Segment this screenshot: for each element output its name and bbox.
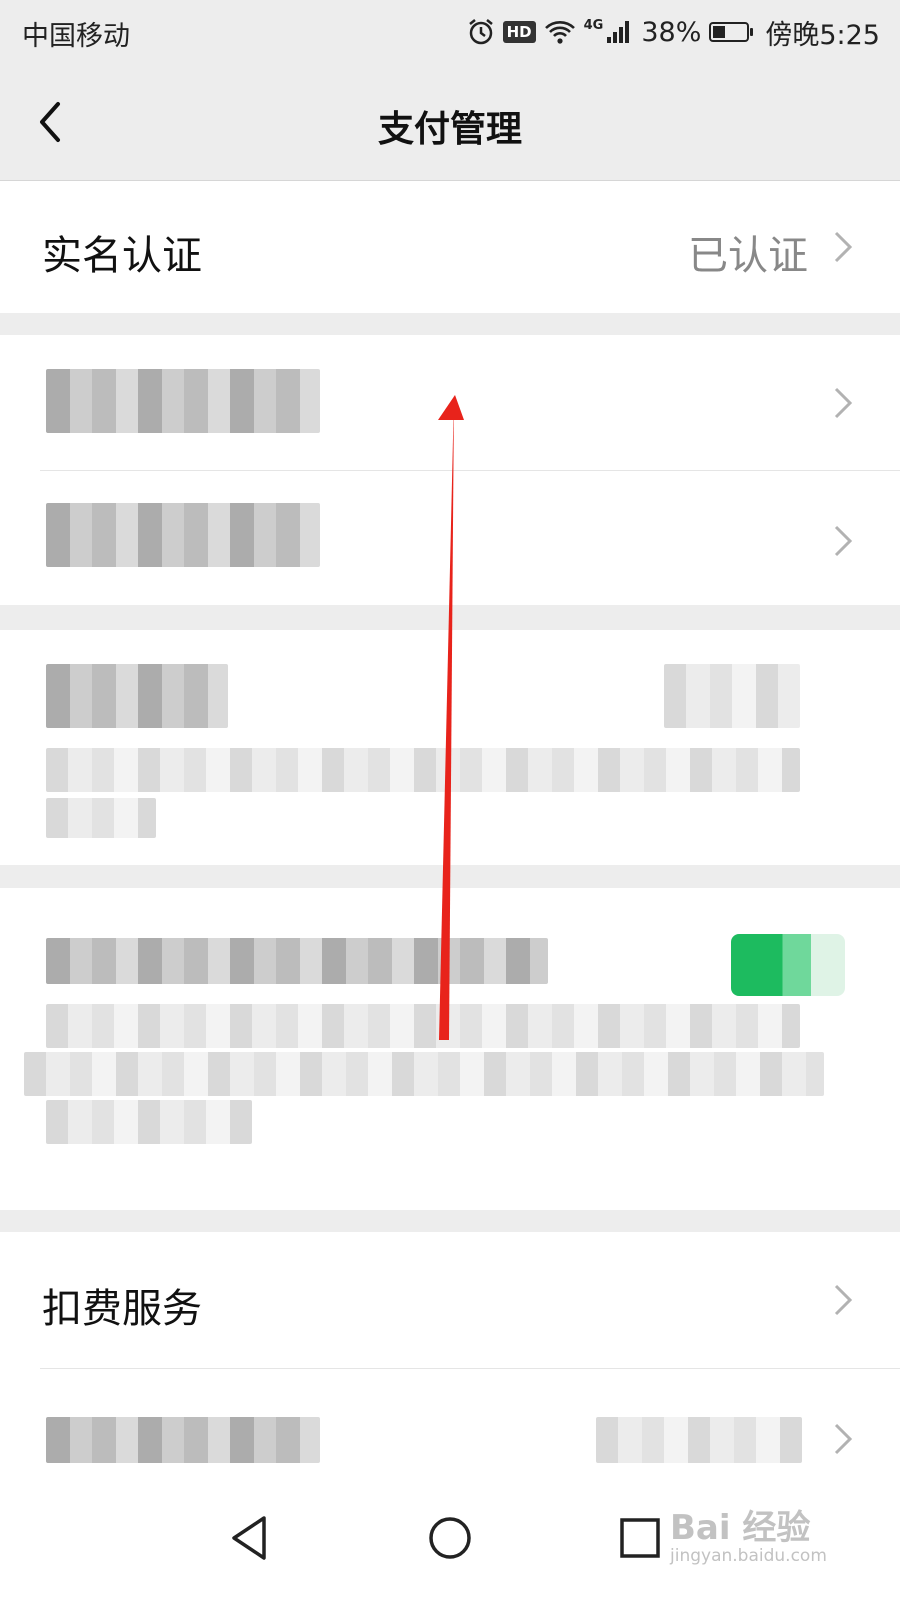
pixelated-description [24, 1052, 824, 1096]
deduction-service-cell[interactable]: 扣费服务 [0, 1232, 900, 1368]
battery-percent: 38% [641, 16, 702, 48]
blurred-cells-section [0, 335, 900, 605]
pixelated-label [46, 1417, 320, 1463]
pixelated-label [46, 664, 228, 728]
pixelated-description [46, 798, 156, 838]
hd-badge: HD [502, 21, 536, 43]
real-name-status: 已认证 [688, 233, 808, 279]
chevron-right-icon [834, 1284, 853, 1316]
navigation-bar: 支付管理 [0, 64, 900, 181]
chevron-right-icon [834, 231, 853, 263]
pixelated-label [46, 938, 548, 984]
blurred-cell-1[interactable] [0, 335, 900, 470]
watermark-url: jingyan.baidu.com [670, 1546, 827, 1566]
blurred-cell-3[interactable] [0, 1369, 900, 1480]
deduction-section: 扣费服务 [0, 1232, 900, 1480]
pixelated-description [46, 1004, 800, 1048]
chevron-right-icon [834, 525, 853, 557]
blurred-cell-2[interactable] [0, 471, 900, 605]
back-triangle-icon[interactable] [220, 1508, 280, 1568]
status-bar: 中国移动 HD 4G 38% 傍晚5:25 [0, 0, 900, 64]
toggle-switch[interactable] [731, 934, 845, 996]
pixelated-value [596, 1417, 802, 1463]
clock: 傍晚5:25 [765, 19, 880, 51]
chevron-right-icon [834, 1423, 853, 1455]
pixelated-value [664, 664, 800, 728]
chevron-right-icon [834, 387, 853, 419]
baidu-jingyan-watermark: Bai 经验 jingyan.baidu.com [670, 1500, 850, 1580]
real-name-cell[interactable]: 实名认证 已认证 [0, 181, 900, 313]
real-name-label: 实名认证 [42, 233, 202, 279]
recents-square-icon[interactable] [610, 1508, 670, 1568]
pixelated-label [46, 503, 320, 567]
blurred-info-section [0, 630, 900, 865]
alarm-icon [468, 19, 493, 45]
wifi-icon [544, 21, 575, 44]
page-title: 支付管理 [377, 109, 522, 150]
signal-icon [607, 21, 630, 43]
network-type: 4G [583, 17, 604, 33]
home-circle-icon[interactable] [420, 1508, 480, 1568]
real-name-section: 实名认证 已认证 [0, 181, 900, 313]
pixelated-description [46, 1100, 252, 1144]
pixelated-label [46, 369, 320, 433]
status-icons: HD 4G 38% 傍晚5:25 [467, 12, 880, 52]
watermark-brand: Bai 经验 [670, 1508, 811, 1548]
deduction-service-label: 扣费服务 [42, 1286, 202, 1332]
battery-icon [709, 22, 754, 42]
carrier-name: 中国移动 [22, 21, 130, 52]
pixelated-description [46, 748, 800, 792]
